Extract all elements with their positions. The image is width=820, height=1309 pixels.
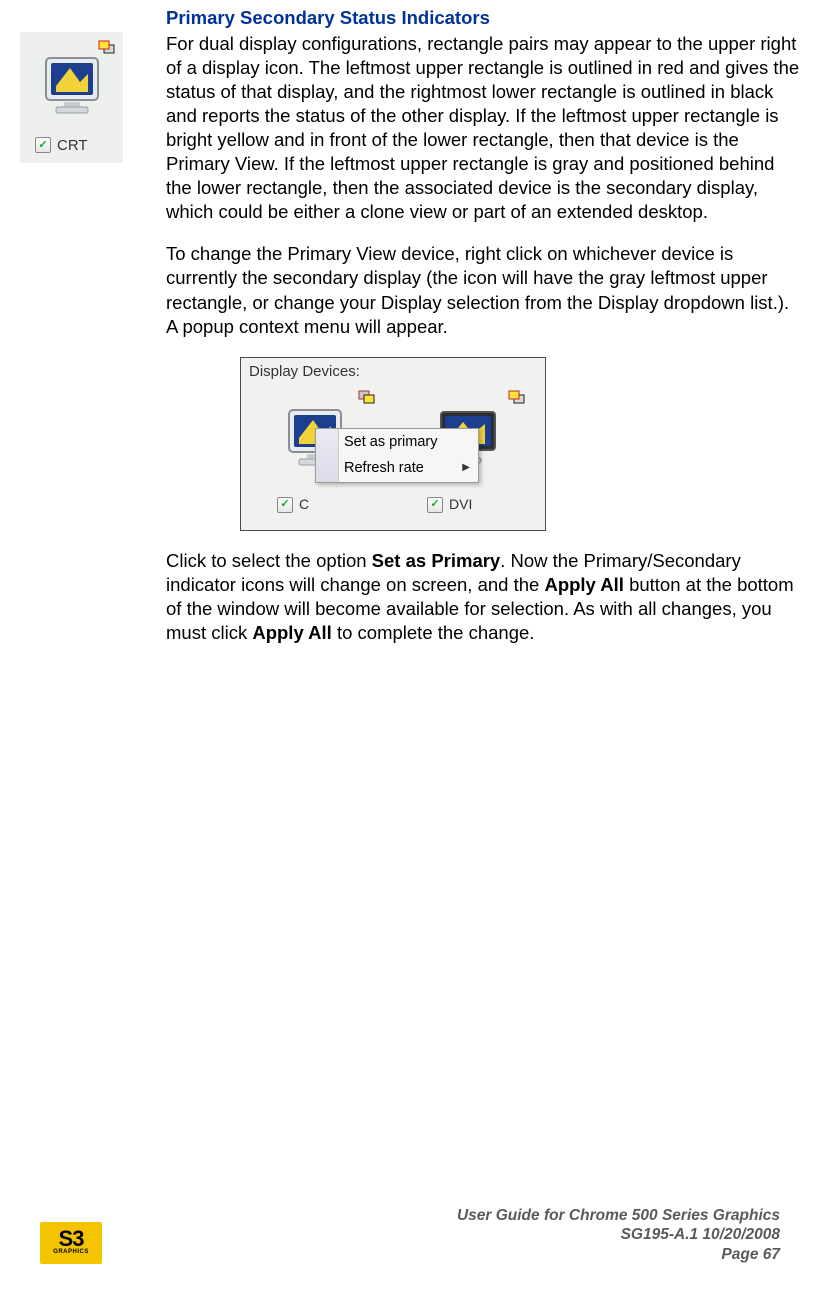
submenu-arrow-icon: ▶ xyxy=(462,461,470,474)
device-left-checkbox-row: ✓ C xyxy=(277,495,309,513)
paragraph-2: To change the Primary View device, right… xyxy=(166,242,800,338)
menu-refresh-rate[interactable]: Refresh rate ▶ xyxy=(316,455,478,482)
right-column: Primary Secondary Status Indicators For … xyxy=(166,6,800,663)
bold-apply-all: Apply All xyxy=(252,622,331,643)
text-run: to complete the change. xyxy=(332,622,535,643)
display-devices-figure: Display Devices: xyxy=(240,357,800,531)
device-right-checkbox[interactable]: ✓ xyxy=(427,497,443,513)
crt-checkbox[interactable]: ✓ xyxy=(35,137,51,153)
left-column: ✓ CRT xyxy=(20,6,130,163)
s3-logo-icon: S3 GRAPHICS xyxy=(40,1222,102,1264)
footer-line-3: Page 67 xyxy=(457,1245,780,1264)
logo-text-small: GRAPHICS xyxy=(53,1249,89,1257)
page: ✓ CRT Primary Secondary Status Indicator… xyxy=(20,6,800,1286)
text-run: Click to select the option xyxy=(166,550,372,571)
logo-text-big: S3 xyxy=(59,1229,84,1249)
primary-indicator-icon xyxy=(507,388,527,412)
page-number: 67 xyxy=(763,1246,780,1263)
crt-monitor-icon xyxy=(42,54,104,124)
crt-label: CRT xyxy=(57,136,88,156)
content-row: ✓ CRT Primary Secondary Status Indicator… xyxy=(20,6,800,663)
menu-item-label: Set as primary xyxy=(344,434,437,450)
device-right-label: DVI xyxy=(449,495,472,513)
crt-checkbox-row: ✓ CRT xyxy=(35,136,88,156)
section-heading: Primary Secondary Status Indicators xyxy=(166,6,800,30)
paragraph-1: For dual display configurations, rectang… xyxy=(166,32,800,224)
paragraph-3: Click to select the option Set as Primar… xyxy=(166,549,800,645)
page-label: Page xyxy=(721,1246,762,1263)
menu-set-as-primary[interactable]: Set as primary xyxy=(316,429,478,456)
footer-line-2: SG195-A.1 10/20/2008 xyxy=(457,1225,780,1244)
menu-item-label: Refresh rate xyxy=(344,460,424,476)
footer-text-block: User Guide for Chrome 500 Series Graphic… xyxy=(457,1206,780,1264)
bold-set-as-primary: Set as Primary xyxy=(372,550,501,571)
bold-apply-all: Apply All xyxy=(544,574,623,595)
page-footer: S3 GRAPHICS User Guide for Chrome 500 Se… xyxy=(40,1206,780,1264)
display-devices-panel: Display Devices: xyxy=(240,357,546,531)
device-right-checkbox-row: ✓ DVI xyxy=(427,495,472,513)
panel-title: Display Devices: xyxy=(249,362,360,382)
crt-display-icon-box: ✓ CRT xyxy=(20,32,123,163)
context-menu: Set as primary Refresh rate ▶ xyxy=(315,428,479,484)
device-left-checkbox[interactable]: ✓ xyxy=(277,497,293,513)
footer-line-1: User Guide for Chrome 500 Series Graphic… xyxy=(457,1206,780,1225)
secondary-indicator-icon xyxy=(357,388,377,412)
device-left-label: C xyxy=(299,495,309,513)
